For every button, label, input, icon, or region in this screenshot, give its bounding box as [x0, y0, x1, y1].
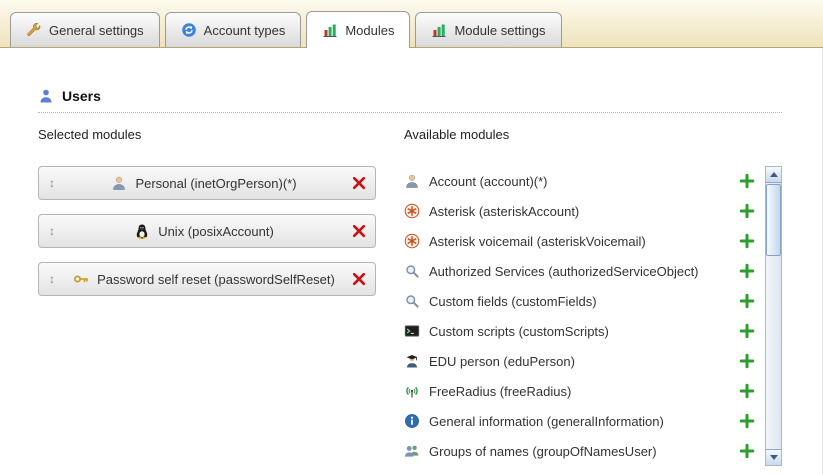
add-module-button[interactable]	[739, 443, 755, 459]
tab-label: Module settings	[454, 23, 545, 38]
selected-module-list: ↕ Personal (inetOrgPerson)(*) ↕	[38, 166, 404, 296]
group-icon	[404, 443, 420, 459]
magnifier-icon	[404, 293, 420, 309]
available-module-row: EDU person (eduPerson)	[404, 346, 763, 376]
drag-handle-icon[interactable]: ↕	[47, 224, 57, 238]
available-module-row: Custom scripts (customScripts)	[404, 316, 763, 346]
person-icon	[111, 175, 127, 191]
module-label: Asterisk voicemail (asteriskVoicemail)	[429, 234, 730, 249]
module-label: General information (generalInformation)	[429, 414, 730, 429]
module-label: Authorized Services (authorizedServiceOb…	[429, 264, 730, 279]
module-label: Personal (inetOrgPerson)(*)	[135, 176, 296, 191]
lam-configuration-page: General settings Account types Modules M…	[0, 0, 823, 474]
tab[interactable]: Account types	[165, 12, 302, 47]
tab[interactable]: General settings	[10, 12, 160, 47]
add-module-button[interactable]	[739, 293, 755, 309]
content-area: Users Selected modules ↕ Personal (inetO…	[0, 88, 823, 466]
available-module-row: Authorized Services (authorizedServiceOb…	[404, 256, 763, 286]
scroll-down-button[interactable]	[766, 449, 781, 465]
add-module-button[interactable]	[739, 233, 755, 249]
tools-icon	[26, 22, 42, 38]
drag-handle-icon[interactable]: ↕	[47, 176, 57, 190]
available-module-row: Custom fields (customFields)	[404, 286, 763, 316]
add-module-button[interactable]	[739, 353, 755, 369]
available-module-list: Account (account)(*) Asterisk (asteriskA…	[404, 166, 763, 466]
tab-label: Modules	[345, 23, 394, 38]
module-label: Groups of names (groupOfNamesUser)	[429, 444, 730, 459]
drag-handle-icon[interactable]: ↕	[47, 272, 57, 286]
person-icon	[404, 173, 420, 189]
available-module-row: Asterisk voicemail (asteriskVoicemail)	[404, 226, 763, 256]
add-module-button[interactable]	[739, 323, 755, 339]
available-module-row: FreeRadius (freeRadius)	[404, 376, 763, 406]
script-icon	[404, 323, 420, 339]
selected-modules-column: Selected modules ↕ Personal (inetOrgPers…	[38, 127, 404, 466]
available-module-row: Asterisk (asteriskAccount)	[404, 196, 763, 226]
available-module-row: Account (account)(*)	[404, 166, 763, 196]
available-modules-heading: Available modules	[404, 127, 782, 142]
edu-person-icon	[404, 353, 420, 369]
section-header: Users	[38, 88, 782, 113]
module-label: EDU person (eduPerson)	[429, 354, 730, 369]
magnifier-icon	[404, 263, 420, 279]
sync-icon	[181, 22, 197, 38]
selected-module-row[interactable]: ↕ Password self reset (passwordSelfReset…	[38, 262, 376, 296]
tab-label: Account types	[204, 23, 286, 38]
add-module-button[interactable]	[739, 173, 755, 189]
add-module-button[interactable]	[739, 413, 755, 429]
module-label: Account (account)(*)	[429, 174, 730, 189]
user-icon	[38, 88, 54, 104]
module-settings-icon	[431, 22, 447, 38]
tux-icon	[134, 223, 150, 239]
remove-module-button[interactable]	[351, 271, 367, 287]
selected-module-row[interactable]: ↕ Personal (inetOrgPerson)(*)	[38, 166, 376, 200]
tab-label: General settings	[49, 23, 144, 38]
tab[interactable]: Modules	[306, 11, 410, 48]
module-label: FreeRadius (freeRadius)	[429, 384, 730, 399]
module-label: Custom scripts (customScripts)	[429, 324, 730, 339]
scrollbar[interactable]	[765, 166, 782, 466]
module-label: Unix (posixAccount)	[158, 224, 274, 239]
scroll-down-icon	[770, 455, 778, 460]
available-modules-column: Available modules Account (account)(*)	[404, 127, 782, 466]
scroll-up-icon	[770, 172, 778, 177]
module-label: Asterisk (asteriskAccount)	[429, 204, 730, 219]
scrollbar-thumb[interactable]	[766, 184, 781, 256]
selected-module-row[interactable]: ↕ Unix (posixAccount)	[38, 214, 376, 248]
key-icon	[73, 271, 89, 287]
add-module-button[interactable]	[739, 383, 755, 399]
scroll-up-button[interactable]	[766, 167, 781, 183]
remove-module-button[interactable]	[351, 175, 367, 191]
module-label: Password self reset (passwordSelfReset)	[97, 272, 335, 287]
asterisk-icon	[404, 233, 420, 249]
tab[interactable]: Module settings	[415, 12, 561, 47]
module-label: Custom fields (customFields)	[429, 294, 730, 309]
remove-module-button[interactable]	[351, 223, 367, 239]
radius-icon	[404, 383, 420, 399]
module-columns: Selected modules ↕ Personal (inetOrgPers…	[38, 127, 823, 466]
section-title: Users	[62, 88, 101, 104]
add-module-button[interactable]	[739, 263, 755, 279]
available-module-row: General information (generalInformation)	[404, 406, 763, 436]
modules-icon	[322, 22, 338, 38]
asterisk-icon	[404, 203, 420, 219]
add-module-button[interactable]	[739, 203, 755, 219]
selected-modules-heading: Selected modules	[38, 127, 404, 142]
info-icon	[404, 413, 420, 429]
tab-bar: General settings Account types Modules M…	[0, 0, 823, 48]
available-module-row: Groups of names (groupOfNamesUser)	[404, 436, 763, 466]
